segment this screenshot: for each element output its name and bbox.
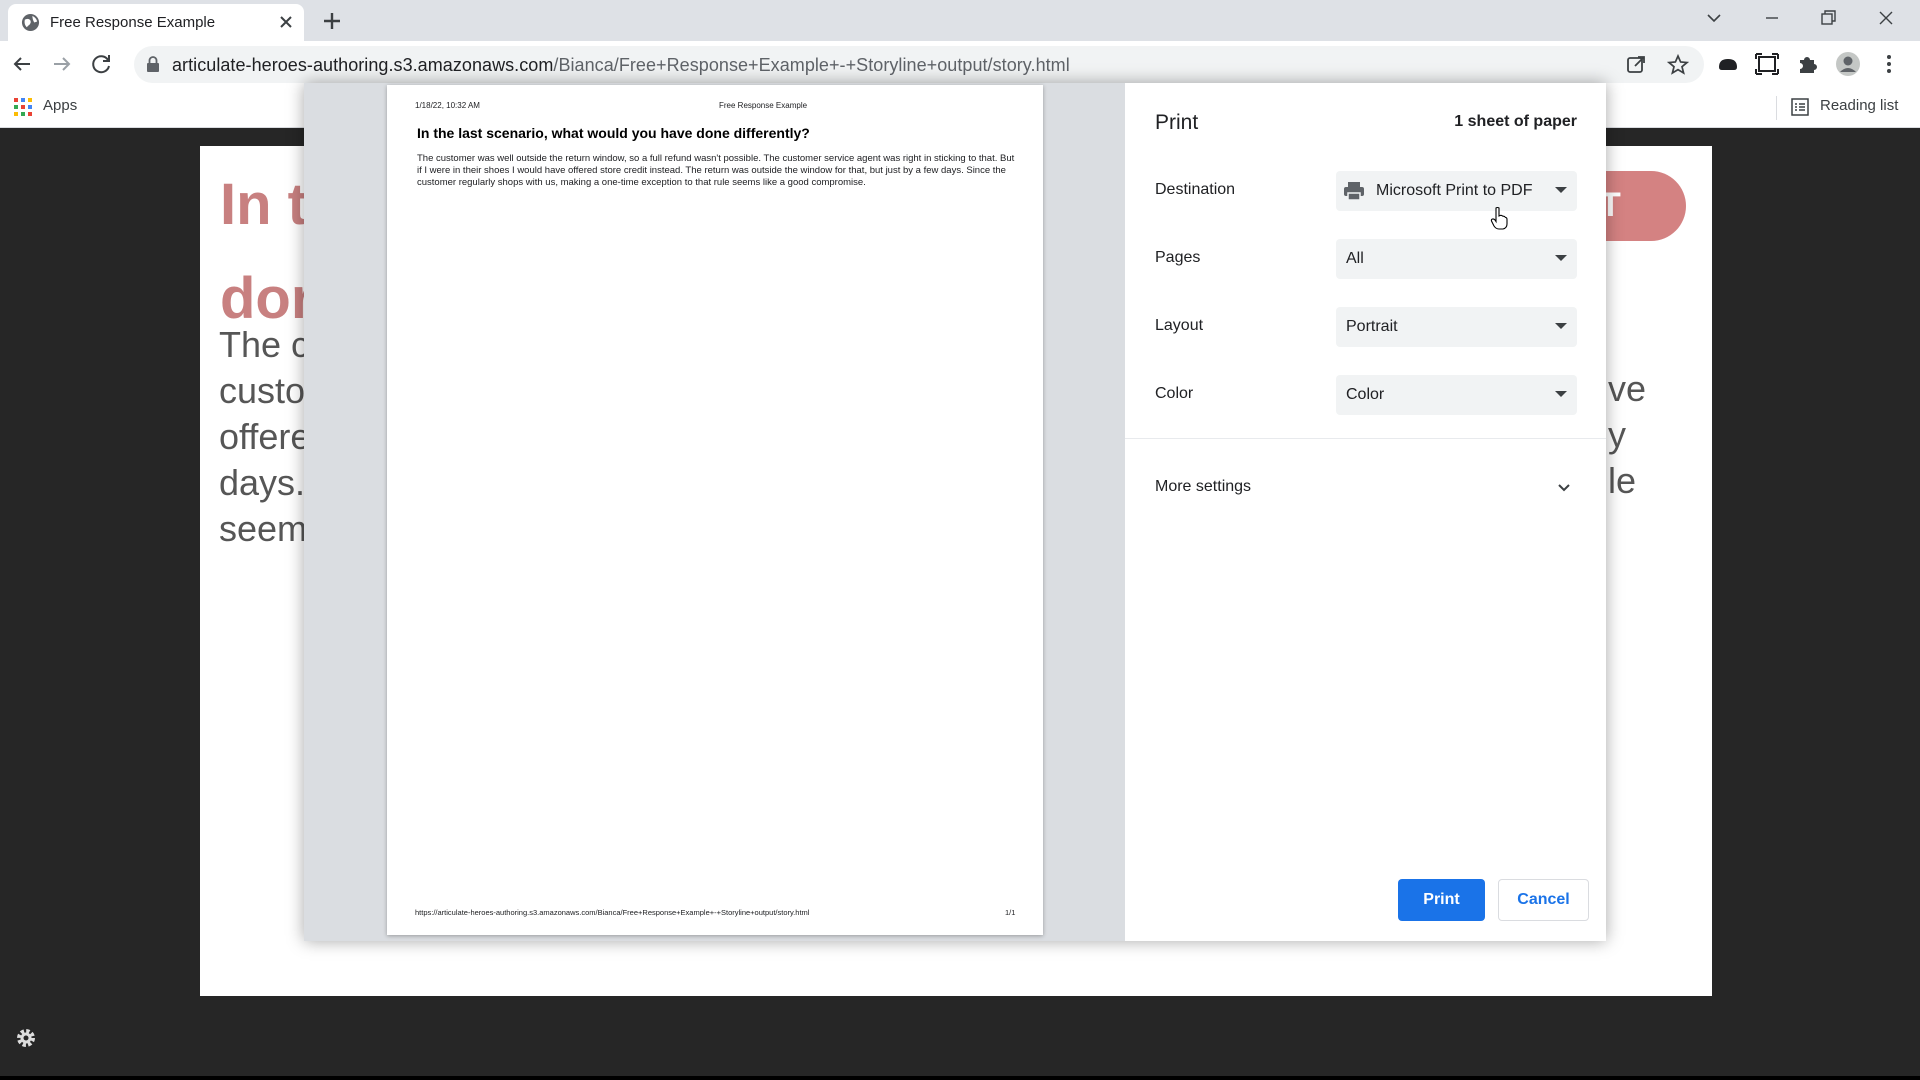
course-right-fragment: y (1608, 414, 1626, 455)
url-text[interactable]: articulate-heroes-authoring.s3.amazonaws… (172, 55, 1070, 76)
course-right-fragment: ve (1608, 368, 1647, 409)
profile-icon[interactable] (1835, 51, 1861, 77)
address-bar[interactable]: articulate-heroes-authoring.s3.amazonaws… (134, 46, 1704, 83)
more-settings-toggle[interactable]: More settings (1155, 475, 1577, 503)
preview-page: 1/18/22, 10:32 AM Free Response Example … (387, 85, 1043, 935)
forward-icon[interactable] (48, 50, 76, 78)
print-title: Print (1155, 111, 1199, 134)
pages-label: Pages (1155, 249, 1201, 266)
close-icon[interactable] (274, 10, 298, 34)
pages-value: All (1346, 250, 1364, 267)
preview-footer-page: 1/1 (1005, 908, 1016, 917)
print-preview-area[interactable]: 1/18/22, 10:32 AM Free Response Example … (304, 83, 1125, 941)
browser-tab[interactable]: Free Response Example (8, 4, 304, 41)
cancel-button[interactable]: Cancel (1498, 879, 1589, 921)
window-close-icon[interactable] (1868, 4, 1904, 32)
printer-icon (1344, 182, 1364, 201)
reading-list-icon[interactable] (1791, 98, 1809, 116)
browser-toolbar: articulate-heroes-authoring.s3.amazonaws… (0, 41, 1920, 88)
print-dialog: 1/18/22, 10:32 AM Free Response Example … (304, 83, 1606, 941)
url-path: /Bianca/Free+Response+Example+-+Storylin… (553, 55, 1070, 75)
bookmark-star-icon[interactable] (1666, 53, 1690, 77)
tab-title: Free Response Example (50, 14, 216, 31)
screen-capture-icon[interactable] (1754, 51, 1780, 77)
extensions-puzzle-icon[interactable] (1795, 51, 1821, 77)
restore-icon[interactable] (1810, 4, 1846, 32)
print-button[interactable]: Print (1398, 879, 1485, 921)
dropdown-arrow-icon (1555, 187, 1567, 193)
destination-label: Destination (1155, 181, 1236, 198)
preview-header-title: Free Response Example (719, 101, 808, 110)
tab-search-icon[interactable] (1696, 4, 1732, 32)
apps-link[interactable]: Apps (43, 97, 77, 114)
chevron-down-icon (1558, 484, 1570, 492)
color-label: Color (1155, 385, 1194, 402)
sheet-count: 1 sheet of paper (1454, 113, 1577, 130)
dropdown-arrow-icon (1555, 323, 1567, 329)
share-icon[interactable] (1624, 53, 1648, 77)
layout-select[interactable]: Portrait (1336, 307, 1577, 347)
reload-icon[interactable] (88, 50, 116, 78)
dropdown-arrow-icon (1555, 255, 1567, 261)
new-tab-button[interactable] (318, 7, 346, 35)
settings-divider (1125, 438, 1606, 439)
preview-date: 1/18/22, 10:32 AM (415, 101, 480, 110)
reading-list-link[interactable]: Reading list (1820, 97, 1898, 114)
menu-kebab-icon[interactable] (1876, 51, 1902, 77)
layout-label: Layout (1155, 317, 1204, 334)
preview-heading: In the last scenario, what would you hav… (417, 125, 810, 141)
color-select[interactable]: Color (1336, 375, 1577, 415)
taskbar-edge (0, 1076, 1920, 1080)
extension-icon[interactable] (1715, 51, 1741, 77)
tab-strip: Free Response Example (0, 0, 1920, 41)
print-settings-panel: Print 1 sheet of paper Destination Micro… (1125, 83, 1606, 941)
more-settings-label: More settings (1155, 478, 1252, 495)
lock-icon[interactable] (146, 56, 160, 72)
preview-body: The customer was well outside the return… (417, 153, 1015, 188)
minimize-icon[interactable] (1754, 4, 1790, 32)
dropdown-arrow-icon (1555, 391, 1567, 397)
destination-value: Microsoft Print to PDF (1376, 182, 1533, 199)
bookmarks-divider (1776, 96, 1777, 120)
layout-value: Portrait (1346, 318, 1398, 335)
preview-footer-url: https://articulate-heroes-authoring.s3.a… (415, 908, 810, 917)
back-icon[interactable] (8, 50, 36, 78)
destination-select[interactable]: Microsoft Print to PDF (1336, 171, 1577, 211)
gear-icon[interactable] (14, 1026, 38, 1050)
apps-grid-icon[interactable] (14, 98, 32, 116)
course-right-fragment: le (1608, 460, 1637, 501)
pages-select[interactable]: All (1336, 239, 1577, 279)
color-value: Color (1346, 386, 1385, 403)
url-host: articulate-heroes-authoring.s3.amazonaws… (172, 55, 554, 75)
hand-cursor-icon (1490, 206, 1508, 230)
globe-icon (21, 13, 40, 32)
